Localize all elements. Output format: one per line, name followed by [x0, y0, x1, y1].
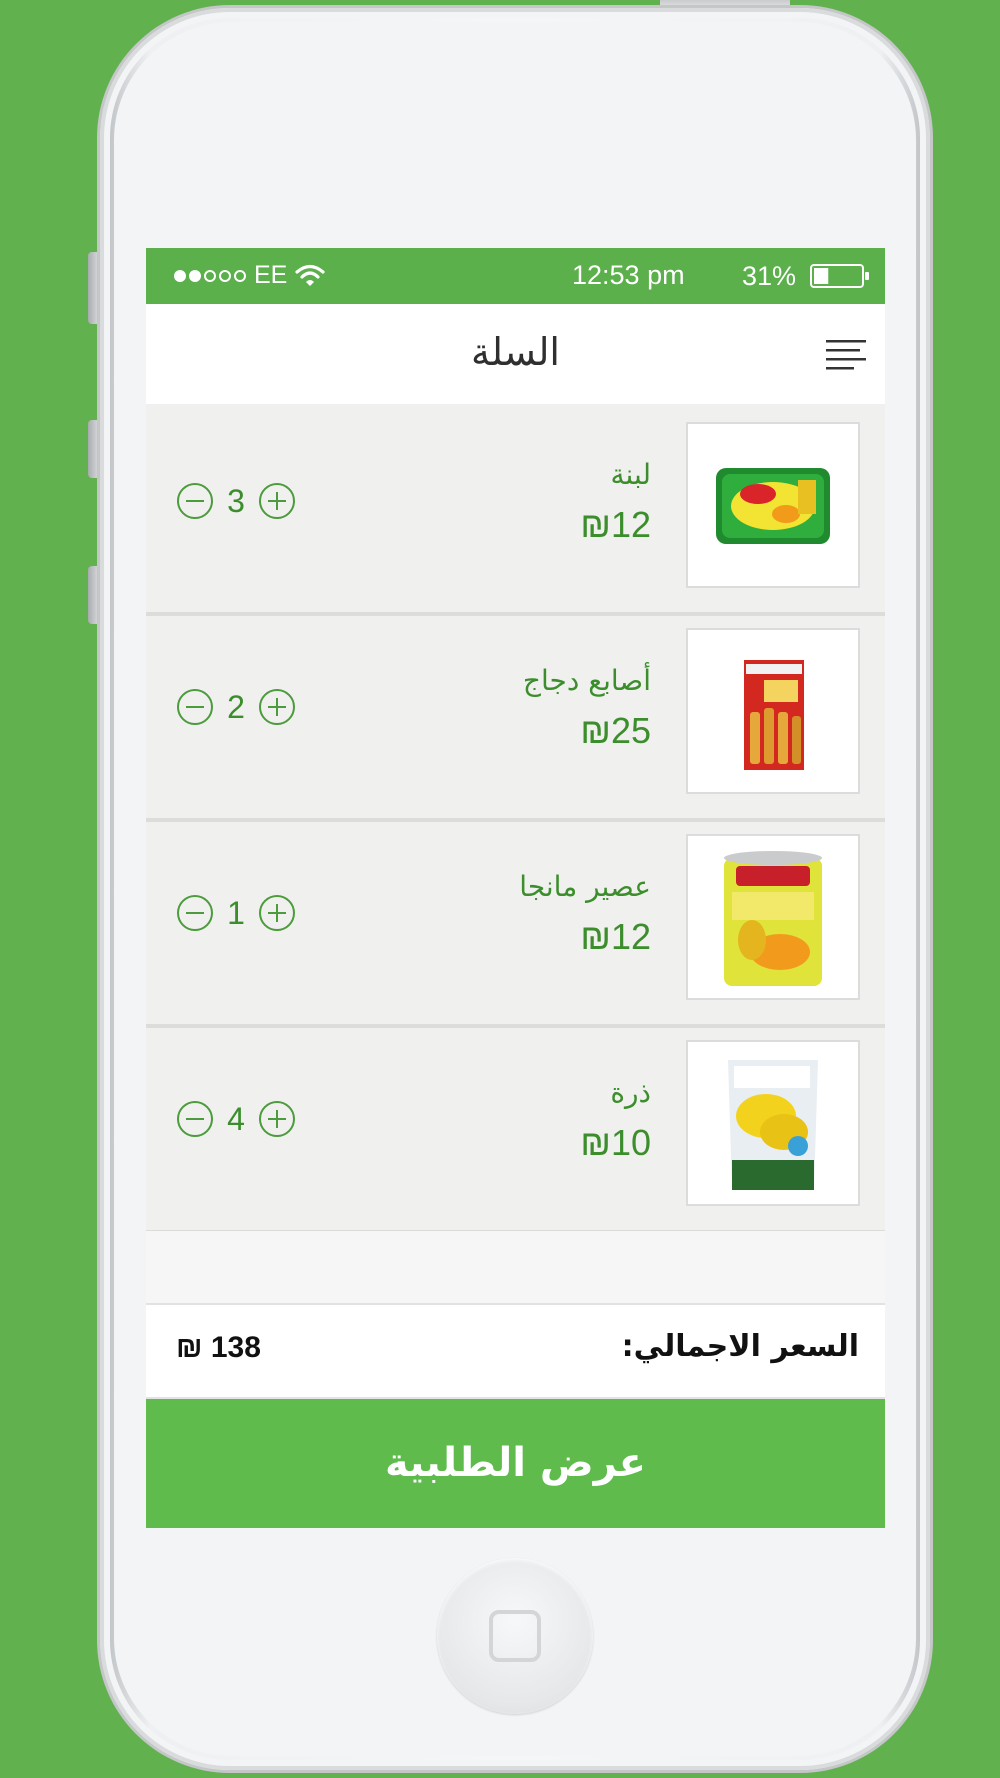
decrease-quantity-button[interactable]: [177, 689, 213, 725]
decrease-quantity-button[interactable]: [177, 483, 213, 519]
product-image-frame[interactable]: [686, 628, 860, 794]
nav-bar: السلة: [146, 304, 885, 404]
product-price: ₪12: [580, 504, 651, 545]
home-button[interactable]: [437, 1558, 593, 1714]
product-name: أصابع دجاج: [522, 664, 651, 697]
quantity-stepper: 3: [177, 482, 295, 520]
quantity-stepper: 4: [177, 1100, 295, 1138]
cart-list: لبنة ₪12 3 أصابع دجاج ₪25 2 عصير مانجا ₪…: [146, 412, 885, 1236]
status-time: 12:53 pm: [572, 260, 685, 290]
status-bar: EE 12:53 pm 31%: [146, 248, 885, 304]
chicken-fingers-box-image: [744, 660, 804, 770]
increase-quantity-button[interactable]: [259, 689, 295, 725]
product-image-frame[interactable]: [686, 422, 860, 588]
product-name: لبنة: [610, 458, 651, 491]
product-image-frame[interactable]: [686, 834, 860, 1000]
carrier-name: EE: [254, 261, 288, 289]
mango-pulp-can-image: [724, 851, 822, 986]
view-order-button[interactable]: عرض الطلبية: [146, 1399, 885, 1528]
menu-icon[interactable]: [824, 336, 868, 374]
product-name: ذرة: [610, 1076, 651, 1109]
quantity-value: 4: [227, 1100, 245, 1137]
quantity-stepper: 1: [177, 894, 295, 932]
increase-quantity-button[interactable]: [259, 483, 295, 519]
cart-item: أصابع دجاج ₪25 2: [146, 618, 885, 822]
total-label: السعر الاجمالي:: [621, 1329, 859, 1364]
decrease-quantity-button[interactable]: [177, 1101, 213, 1137]
decrease-quantity-button[interactable]: [177, 895, 213, 931]
product-price: ₪10: [580, 1122, 651, 1163]
vim-dishwash-bar-image: [716, 468, 830, 544]
page-title: السلة: [471, 330, 560, 374]
wifi-icon: [295, 264, 325, 286]
total-bar: السعر الاجمالي: ₪ 138: [146, 1305, 885, 1399]
home-square-icon: [489, 1610, 541, 1662]
product-name: عصير مانجا: [519, 870, 651, 903]
quantity-value: 2: [227, 688, 245, 725]
battery-icon: [810, 264, 869, 288]
app-screen: EE 12:53 pm 31% السلة لبنة ₪12 3 أصابع د…: [146, 248, 885, 1528]
sweet-corn-bag-image: [728, 1060, 818, 1190]
total-value: ₪ 138: [176, 1331, 261, 1364]
product-image-frame[interactable]: [686, 1040, 860, 1206]
battery-percentage: 31%: [742, 261, 797, 291]
quantity-stepper: 2: [177, 688, 295, 726]
signal-indicator: EE: [174, 261, 325, 290]
product-price: ₪25: [580, 710, 651, 751]
quantity-value: 1: [227, 894, 245, 931]
product-price: ₪12: [580, 916, 651, 957]
quantity-value: 3: [227, 482, 245, 519]
increase-quantity-button[interactable]: [259, 1101, 295, 1137]
signal-strength-icon: [174, 269, 246, 282]
list-footer-space: [146, 1231, 885, 1305]
cart-item: ذرة ₪10 4: [146, 1030, 885, 1234]
cart-item: لبنة ₪12 3: [146, 412, 885, 616]
cart-item: عصير مانجا ₪12 1: [146, 824, 885, 1028]
increase-quantity-button[interactable]: [259, 895, 295, 931]
